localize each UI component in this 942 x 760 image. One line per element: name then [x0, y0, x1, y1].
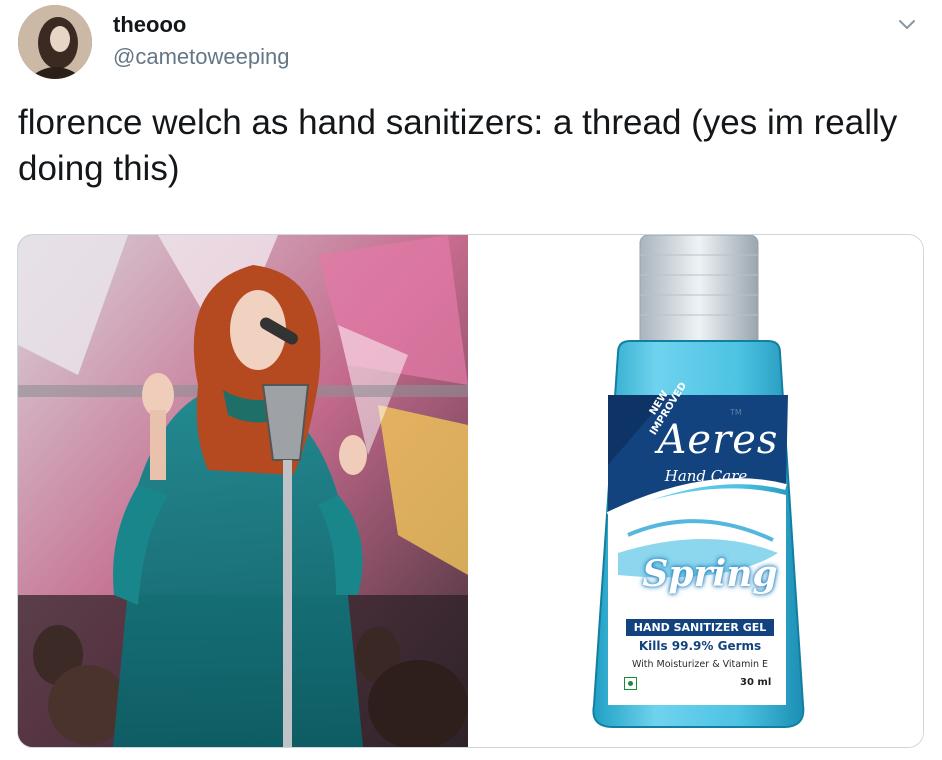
variant-name: Spring	[642, 553, 778, 595]
sanitizer-bottle	[592, 235, 805, 728]
chevron-down-icon	[899, 20, 915, 29]
volume-text: 30 ml	[740, 677, 772, 688]
tweet-media: NEW IMPROVED TM Aeres Hand Care Spring H…	[17, 234, 924, 748]
display-name[interactable]: theooo	[113, 12, 186, 38]
media-photo-singer[interactable]	[18, 235, 468, 747]
sub-brand: Hand Care	[664, 467, 748, 485]
trademark-mark: TM	[730, 408, 742, 417]
singer-photo	[18, 235, 468, 747]
germ-claim: Kills 99.9% Germs	[638, 639, 762, 653]
tweet-menu-button[interactable]	[896, 14, 918, 36]
product-type: HAND SANITIZER GEL	[626, 619, 774, 636]
tweet-text: florence welch as hand sanitizers: a thr…	[18, 103, 898, 188]
user-handle[interactable]: @cametoweeping	[113, 44, 289, 70]
tweet-avatar[interactable]	[18, 5, 92, 79]
veg-mark-icon	[624, 677, 637, 690]
avatar-image	[18, 5, 92, 79]
media-photo-sanitizer[interactable]: NEW IMPROVED TM Aeres Hand Care Spring H…	[468, 235, 923, 747]
brand-name: Aeres	[657, 417, 779, 463]
feature-text: With Moisturizer & Vitamin E	[631, 659, 769, 670]
